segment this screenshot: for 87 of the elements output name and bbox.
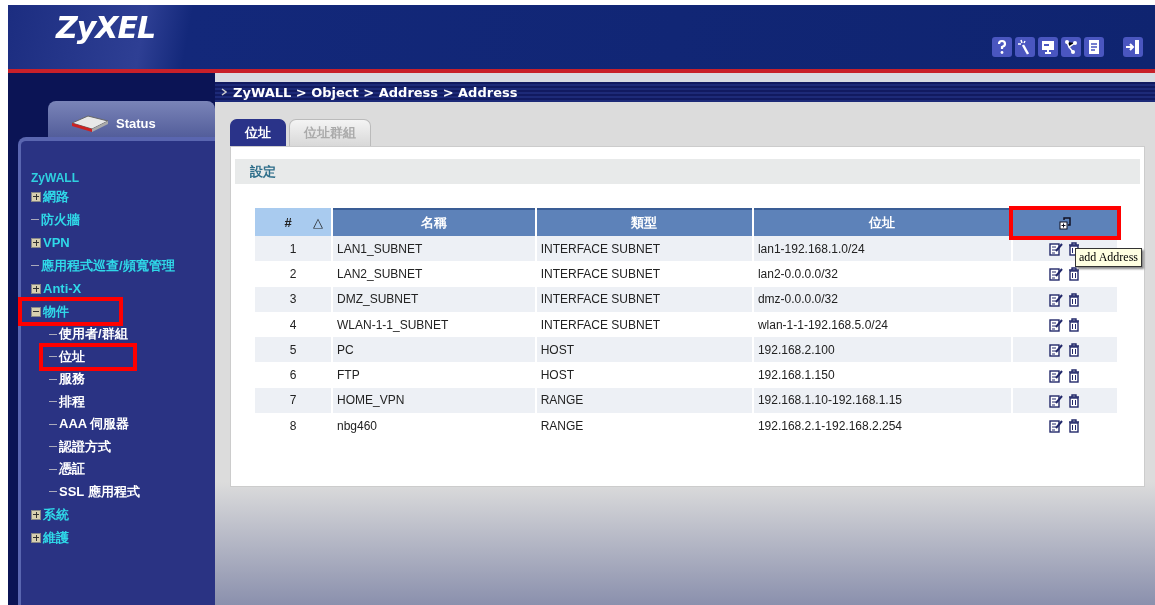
table-cell: DMZ_SUBNET bbox=[333, 286, 535, 312]
table-cell: 5 bbox=[255, 337, 331, 363]
expander-icon[interactable] bbox=[31, 191, 41, 202]
table-cell-text: INTERFACE SUBNET bbox=[539, 265, 662, 283]
table-cell-text: WLAN-1-1_SUBNET bbox=[336, 316, 450, 334]
column-header[interactable]: # △ bbox=[255, 208, 331, 236]
menu-item[interactable]: AAA 伺服器 bbox=[59, 415, 130, 434]
menu-item[interactable]: 物件 bbox=[43, 302, 69, 321]
wand-icon[interactable] bbox=[1015, 37, 1035, 57]
menu-item[interactable]: 服務 bbox=[59, 370, 85, 389]
menu-item[interactable]: 憑証 bbox=[59, 460, 85, 479]
table-cell: HOST bbox=[536, 337, 752, 363]
table-cell-text: FTP bbox=[336, 367, 361, 385]
menu-item[interactable]: 網路 bbox=[43, 187, 69, 206]
table-cell-text: INTERFACE SUBNET bbox=[539, 316, 662, 334]
trash-icon[interactable] bbox=[1067, 343, 1081, 358]
table-cell-text: 4 bbox=[288, 316, 298, 334]
table-cell: INTERFACE SUBNET bbox=[536, 286, 752, 312]
menu-root[interactable]: ZyWALL bbox=[31, 171, 215, 185]
edit-icon[interactable] bbox=[1049, 267, 1063, 282]
table-cell: INTERFACE SUBNET bbox=[536, 236, 752, 262]
table-cell: lan1-192.168.1.0/24 bbox=[753, 236, 1011, 262]
edit-icon[interactable] bbox=[1049, 317, 1063, 332]
table-cell-text: LAN2_SUBNET bbox=[336, 265, 424, 283]
trash-icon[interactable] bbox=[1067, 368, 1081, 383]
edit-icon[interactable] bbox=[1049, 292, 1063, 307]
add-icon[interactable] bbox=[1058, 216, 1072, 231]
table-cell-text: RANGE bbox=[539, 417, 585, 435]
menu-item[interactable]: 防火牆 bbox=[41, 210, 80, 229]
trash-icon[interactable] bbox=[1067, 317, 1081, 332]
edit-icon[interactable] bbox=[1049, 419, 1063, 434]
expander-icon[interactable] bbox=[31, 509, 41, 520]
document-icon[interactable] bbox=[1084, 37, 1104, 57]
column-header[interactable]: 位址 bbox=[753, 208, 1011, 236]
menu-item[interactable]: 認證方式 bbox=[59, 437, 111, 456]
expander-icon[interactable] bbox=[31, 532, 41, 543]
table-cell-text: 8 bbox=[288, 417, 298, 435]
table-cell: 1 bbox=[255, 236, 331, 262]
trash-icon[interactable] bbox=[1067, 393, 1081, 408]
table-cell: 192.168.1.10-192.168.1.15 bbox=[753, 387, 1011, 414]
network-icon[interactable] bbox=[1061, 37, 1081, 57]
table-cell-text: 2 bbox=[288, 265, 298, 283]
expander-icon[interactable] bbox=[31, 283, 41, 294]
table-cell: RANGE bbox=[536, 387, 752, 414]
breadcrumb: ZyWALL > Object > Address > Address bbox=[233, 84, 518, 100]
table-cell: 7 bbox=[255, 387, 331, 414]
trash-icon[interactable] bbox=[1067, 419, 1081, 434]
table-cell-text: wlan-1-1-192.168.5.0/24 bbox=[756, 316, 889, 334]
trash-icon[interactable] bbox=[1067, 267, 1081, 282]
column-header[interactable]: 類型 bbox=[536, 208, 752, 236]
menu-item[interactable]: 排程 bbox=[59, 392, 85, 411]
table-cell: HOME_VPN bbox=[333, 387, 535, 414]
monitor-icon[interactable] bbox=[1038, 37, 1058, 57]
edit-icon[interactable] bbox=[1049, 242, 1063, 257]
edit-icon[interactable] bbox=[1049, 368, 1063, 383]
menu-item[interactable]: Anti-X bbox=[43, 281, 82, 296]
edit-icon[interactable] bbox=[1049, 393, 1063, 408]
router-icon bbox=[70, 113, 110, 133]
table-cell: 192.168.2.100 bbox=[753, 337, 1011, 363]
trash-icon[interactable] bbox=[1067, 292, 1081, 307]
help-icon[interactable] bbox=[992, 37, 1012, 57]
section-title: 設定 bbox=[250, 162, 276, 181]
menu-item[interactable]: 維護 bbox=[43, 528, 69, 547]
menu-item[interactable]: 系統 bbox=[43, 505, 69, 524]
table-cell: PC bbox=[333, 337, 535, 363]
table-cell-text: 192.168.1.150 bbox=[756, 367, 836, 385]
table-cell-text: 6 bbox=[288, 367, 298, 385]
expander-icon[interactable] bbox=[31, 237, 41, 248]
column-header[interactable]: 名稱 bbox=[333, 208, 535, 236]
edit-icon[interactable] bbox=[1049, 343, 1063, 358]
table-cell-text: 192.168.2.1-192.168.2.254 bbox=[756, 417, 904, 435]
table-cell: dmz-0.0.0.0/32 bbox=[753, 286, 1011, 312]
table-cell-text: HOST bbox=[539, 367, 576, 385]
menu-item[interactable]: 使用者/群組 bbox=[59, 325, 128, 344]
menu-item[interactable]: VPN bbox=[43, 235, 70, 250]
table-cell-text: lan2-0.0.0.0/32 bbox=[756, 265, 839, 283]
menu-item[interactable]: 應用程式巡查/頻寬管理 bbox=[41, 256, 175, 275]
logout-icon[interactable] bbox=[1123, 37, 1143, 57]
table-cell-text: nbg460 bbox=[336, 417, 379, 435]
table-cell: 3 bbox=[255, 286, 331, 312]
logo: ZyXEL bbox=[56, 9, 156, 45]
table-cell: LAN1_SUBNET bbox=[333, 236, 535, 262]
menu-item[interactable]: SSL 應用程式 bbox=[59, 482, 140, 501]
expander-icon[interactable] bbox=[31, 306, 41, 317]
tab[interactable]: 位址 bbox=[230, 119, 286, 146]
menu-item[interactable]: 位址 bbox=[59, 347, 85, 366]
tooltip: add Address bbox=[1075, 248, 1142, 267]
